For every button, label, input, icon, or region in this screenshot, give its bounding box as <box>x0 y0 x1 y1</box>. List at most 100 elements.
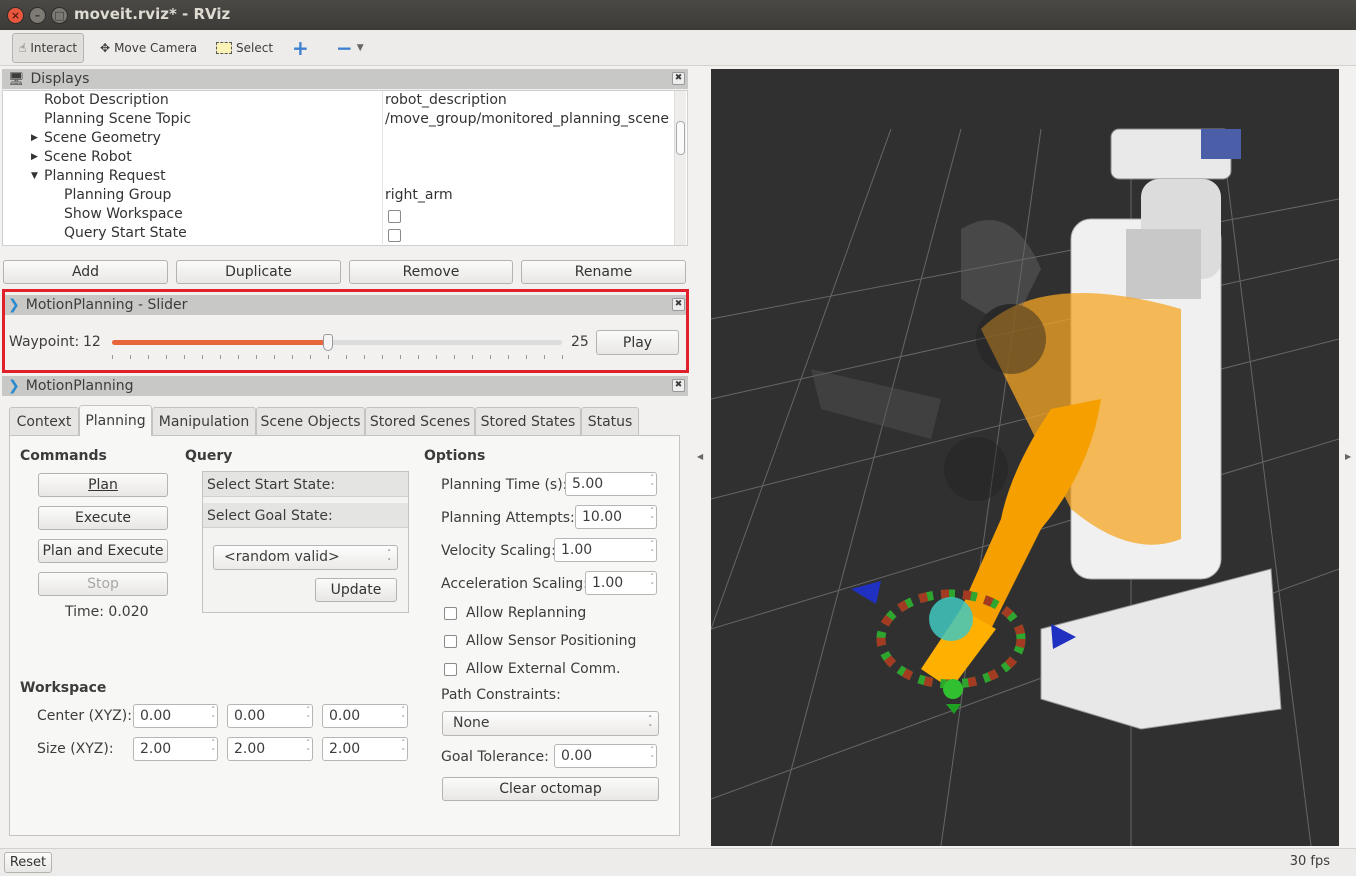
velocity-scaling-input[interactable]: 1.00 <box>554 538 657 562</box>
interact-tool[interactable]: ☝ Interact <box>12 33 85 63</box>
allow-sensor-positioning-label: Allow Sensor Positioning <box>466 633 637 649</box>
minus-icon: − <box>336 36 353 60</box>
duplicate-button[interactable]: Duplicate <box>176 260 341 284</box>
displays-panel-header: 🖥 Displays ✖ <box>2 69 688 89</box>
add-tool-button[interactable]: + <box>286 33 315 63</box>
robot-scene <box>711 128 1339 846</box>
allow-external-comm-label: Allow External Comm. <box>466 661 621 677</box>
tab-status[interactable]: Status <box>581 407 639 435</box>
workspace-heading: Workspace <box>20 680 107 696</box>
allow-replanning-label: Allow Replanning <box>466 605 587 621</box>
tree-row[interactable]: Show Workspace <box>3 205 675 224</box>
size-x-input[interactable]: 2.00 <box>133 737 218 761</box>
allow-external-comm-checkbox[interactable] <box>444 663 457 676</box>
toolbar: ☝ Interact ✥ Move Camera Select + − ▼ <box>0 30 1356 66</box>
close-window-button[interactable]: × <box>7 7 24 24</box>
tree-row[interactable]: ▼ Planning Request <box>3 167 675 186</box>
goal-tolerance-input[interactable]: 0.00 <box>554 744 657 768</box>
select-goal-state[interactable]: Select Goal State: <box>203 503 408 528</box>
motion-planning-header: ❯ MotionPlanning ✖ <box>2 376 688 396</box>
tab-context[interactable]: Context <box>9 407 79 435</box>
planning-time-input[interactable]: 5.00 <box>565 472 657 496</box>
maximize-window-button[interactable]: □ <box>51 7 68 24</box>
planning-time-label: Planning Time (s): <box>441 477 568 493</box>
hand-icon: ☝ <box>19 41 27 55</box>
show-workspace-checkbox[interactable] <box>388 209 401 223</box>
tab-stored-states[interactable]: Stored States <box>475 407 581 435</box>
goal-tolerance-label: Goal Tolerance: <box>441 749 549 765</box>
displays-tree: Robot Description robot_description Plann… <box>2 90 688 247</box>
center-label: Center (XYZ): <box>37 708 132 724</box>
tree-row[interactable]: Robot Description robot_description <box>3 91 675 110</box>
monitor-icon: 🖥 <box>8 71 25 87</box>
remove-button[interactable]: Remove <box>349 260 513 284</box>
query-heading: Query <box>185 448 233 464</box>
tree-row[interactable]: Query Start State <box>3 224 675 243</box>
velocity-scaling-label: Velocity Scaling: <box>441 543 556 559</box>
goal-state-combo[interactable]: <random valid> <box>213 545 398 570</box>
size-z-input[interactable]: 2.00 <box>322 737 408 761</box>
query-box: Select Start State: Select Goal State: <… <box>202 471 409 613</box>
planning-time-readout: Time: 0.020 <box>65 604 149 620</box>
highlight-box <box>2 289 689 373</box>
minimize-window-button[interactable]: – <box>29 7 46 24</box>
tab-stored-scenes[interactable]: Stored Scenes <box>365 407 475 435</box>
center-x-input[interactable]: 0.00 <box>133 704 218 728</box>
tab-planning[interactable]: Planning <box>79 405 152 436</box>
tree-row[interactable]: ▶ Scene Robot <box>3 148 675 167</box>
collapse-left-icon[interactable]: ◀ <box>697 452 703 461</box>
select-box-icon <box>216 42 232 54</box>
plan-button[interactable]: Plan <box>38 473 168 497</box>
rename-button[interactable]: Rename <box>521 260 686 284</box>
fps-readout: 30 fps <box>1289 854 1330 869</box>
robot-body <box>921 128 1282 730</box>
plan-and-execute-button[interactable]: Plan and Execute <box>38 539 168 563</box>
stop-button[interactable]: Stop <box>38 572 168 596</box>
execute-button[interactable]: Execute <box>38 506 168 530</box>
close-panel-button[interactable]: ✖ <box>672 72 685 85</box>
expand-arrow-icon: ▶ <box>31 133 38 143</box>
status-bar: Reset 30 fps <box>0 848 1356 876</box>
planning-attempts-label: Planning Attempts: <box>441 510 575 526</box>
center-z-input[interactable]: 0.00 <box>322 704 408 728</box>
acceleration-scaling-label: Acceleration Scaling: <box>441 576 588 592</box>
update-button[interactable]: Update <box>315 578 397 602</box>
tree-row[interactable]: Planning Group right_arm <box>3 186 675 205</box>
acceleration-scaling-input[interactable]: 1.00 <box>585 571 657 595</box>
move-camera-tool[interactable]: ✥ Move Camera <box>94 33 203 63</box>
query-start-state-checkbox[interactable] <box>388 228 401 242</box>
add-button[interactable]: Add <box>3 260 168 284</box>
tab-manipulation[interactable]: Manipulation <box>152 407 256 435</box>
collapse-right-icon[interactable]: ▶ <box>1345 452 1351 461</box>
clear-octomap-button[interactable]: Clear octomap <box>442 777 659 801</box>
path-constraints-combo[interactable]: None <box>442 711 659 736</box>
3d-viewport[interactable] <box>711 69 1339 846</box>
tab-scene-objects[interactable]: Scene Objects <box>256 407 365 435</box>
tree-scrollbar[interactable] <box>674 91 686 245</box>
collapse-arrow-icon: ▼ <box>31 171 38 181</box>
tree-row[interactable]: Planning Scene Topic/move_group/monitore… <box>3 110 675 129</box>
chevron-down-icon: ▼ <box>356 43 364 53</box>
tree-row[interactable]: ▶ Scene Geometry <box>3 129 675 148</box>
ghost-arm <box>811 220 1046 501</box>
window-title: moveit.rviz* - RViz <box>74 5 231 23</box>
expand-arrow-icon: ▶ <box>31 152 38 162</box>
planning-attempts-input[interactable]: 10.00 <box>575 505 657 529</box>
select-tool[interactable]: Select <box>210 33 279 63</box>
allow-sensor-positioning-checkbox[interactable] <box>444 635 457 648</box>
options-heading: Options <box>424 448 486 464</box>
close-panel-button[interactable]: ✖ <box>672 379 685 392</box>
allow-replanning-checkbox[interactable] <box>444 607 457 620</box>
size-label: Size (XYZ): <box>37 741 114 757</box>
motion-planning-icon: ❯ <box>8 378 20 394</box>
select-start-state[interactable]: Select Start State: <box>203 472 408 497</box>
path-constraints-label: Path Constraints: <box>441 687 561 703</box>
remove-tool-button[interactable]: − ▼ <box>330 33 370 63</box>
title-bar: × – □ moveit.rviz* - RViz <box>0 0 1356 30</box>
reset-button[interactable]: Reset <box>4 852 52 873</box>
plus-icon: + <box>292 36 309 60</box>
move-icon: ✥ <box>100 41 111 55</box>
center-y-input[interactable]: 0.00 <box>227 704 313 728</box>
commands-heading: Commands <box>20 448 107 464</box>
size-y-input[interactable]: 2.00 <box>227 737 313 761</box>
